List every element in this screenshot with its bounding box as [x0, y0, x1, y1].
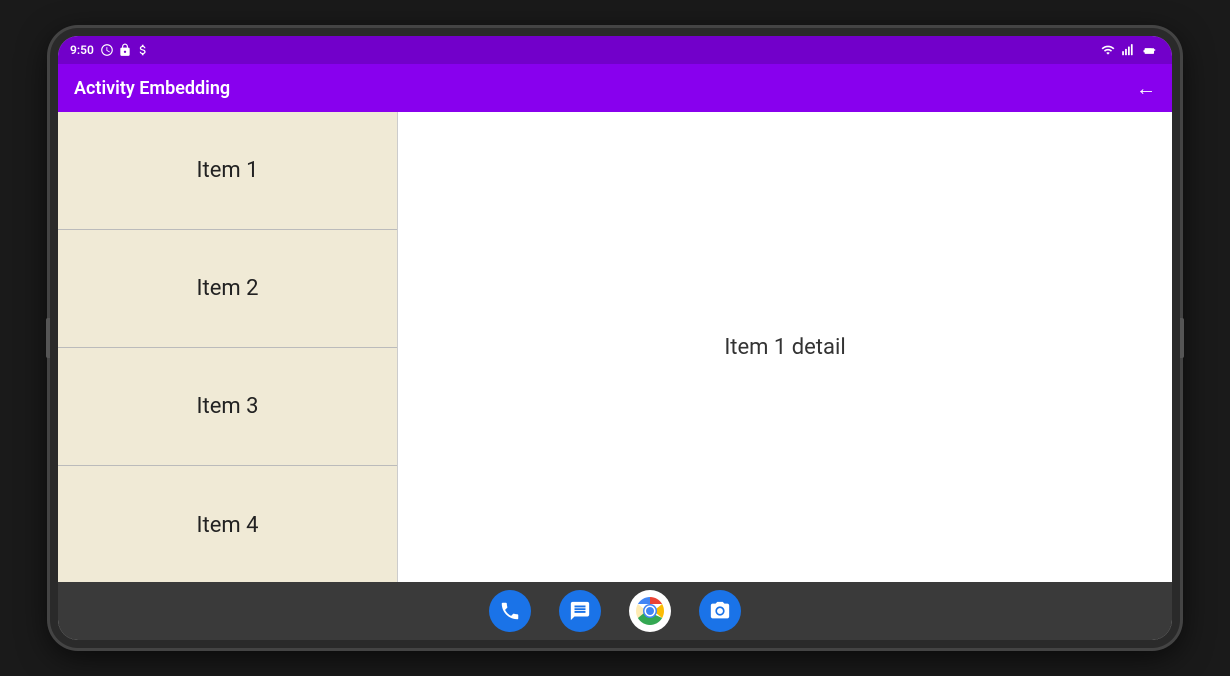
list-item-2[interactable]: Item 2: [58, 230, 397, 348]
content-area: Item 1 Item 2 Item 3 Item 4 Item 1 detai…: [58, 112, 1172, 582]
list-item-3-label: Item 3: [197, 394, 259, 419]
list-item-2-label: Item 2: [197, 276, 259, 301]
app-title: Activity Embedding: [74, 78, 1116, 99]
tablet-frame: 9:50: [50, 28, 1180, 648]
battery-icon: [1140, 43, 1160, 57]
camera-icon: [709, 600, 731, 622]
status-notification-icons: [100, 43, 150, 57]
list-item-1-label: Item 1: [197, 158, 259, 183]
chrome-icon: [629, 590, 671, 632]
tablet-screen: 9:50: [58, 36, 1172, 640]
side-button-left: [46, 318, 50, 358]
status-time: 9:50: [70, 43, 94, 57]
nav-phone-button[interactable]: [489, 590, 531, 632]
list-item-1[interactable]: Item 1: [58, 112, 397, 230]
status-bar: 9:50: [58, 36, 1172, 64]
nav-messages-button[interactable]: [559, 590, 601, 632]
app-bar: Activity Embedding ←: [58, 64, 1172, 112]
back-button[interactable]: ←: [1136, 76, 1156, 101]
list-item-3[interactable]: Item 3: [58, 348, 397, 466]
status-right-icons: [1100, 43, 1160, 57]
nav-chrome-button[interactable]: [629, 590, 671, 632]
wifi-icon: [1100, 43, 1116, 57]
side-button-right: [1180, 318, 1184, 358]
phone-icon: [499, 600, 521, 622]
list-item-4[interactable]: Item 4: [58, 466, 397, 582]
lock-icon: [118, 43, 132, 57]
messages-icon: [569, 600, 591, 622]
alarm-icon: [100, 43, 114, 57]
data-icon: [136, 43, 150, 57]
detail-text: Item 1 detail: [724, 335, 845, 360]
detail-panel: Item 1 detail: [398, 112, 1172, 582]
status-left: 9:50: [70, 43, 150, 57]
nav-camera-button[interactable]: [699, 590, 741, 632]
list-item-4-label: Item 4: [197, 513, 259, 538]
signal-icon: [1121, 43, 1135, 57]
list-panel: Item 1 Item 2 Item 3 Item 4: [58, 112, 398, 582]
nav-bar: [58, 582, 1172, 640]
